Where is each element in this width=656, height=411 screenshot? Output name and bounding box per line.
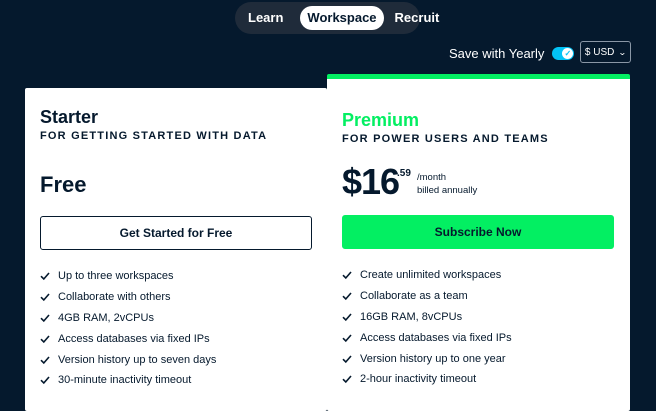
list-item: Version history up to seven days: [40, 349, 216, 370]
plan-subtitle: FOR POWER USERS AND TEAMS: [342, 133, 549, 145]
list-item: 2-hour inactivity timeout: [342, 369, 512, 390]
plan-subtitle: FOR GETTING STARTED WITH DATA: [40, 130, 268, 142]
list-item: Up to three workspaces: [40, 266, 216, 287]
list-item: 30-minute inactivity timeout: [40, 370, 216, 391]
yearly-label: Save with Yearly: [449, 45, 545, 61]
feature-text: 16GB RAM, 8vCPUs: [360, 310, 463, 323]
plan-name: Premium: [342, 110, 420, 130]
list-item: Collaborate with others: [40, 287, 216, 308]
feature-list: Up to three workspaces Collaborate with …: [40, 266, 216, 391]
currency-label: $ USD: [584, 46, 615, 58]
yearly-toggle[interactable]: ✓: [552, 46, 575, 60]
plan-price-cents: .59: [397, 168, 411, 179]
tab-workspace[interactable]: Workspace: [300, 6, 384, 30]
list-item: 4GB RAM, 2vCPUs: [40, 308, 216, 329]
plan-card-premium: Premium FOR POWER USERS AND TEAMS $16 .5…: [327, 74, 630, 411]
yearly-billing-control: Save with Yearly ✓: [449, 44, 575, 62]
check-icon: [40, 292, 50, 302]
feature-text: 30-minute inactivity timeout: [58, 374, 192, 387]
feature-text: Version history up to seven days: [58, 353, 217, 366]
plan-price: Free: [40, 172, 87, 197]
feature-text: 2-hour inactivity timeout: [360, 373, 477, 386]
currency-select[interactable]: $ USD ⌄: [580, 41, 631, 63]
plan-price-period: /month billed annually: [417, 171, 477, 197]
tab-recruit[interactable]: Recruit: [388, 6, 447, 30]
feature-text: Create unlimited workspaces: [360, 269, 502, 282]
check-icon: [40, 355, 50, 365]
feature-text: Up to three workspaces: [58, 270, 174, 283]
check-icon: [342, 354, 352, 364]
feature-text: Collaborate as a team: [360, 290, 468, 303]
feature-list: Create unlimited workspaces Collaborate …: [342, 265, 512, 390]
feature-text: Access databases via fixed IPs: [58, 332, 210, 345]
feature-text: Collaborate with others: [58, 291, 171, 304]
list-item: Collaborate as a team: [342, 286, 512, 307]
check-icon: [40, 313, 50, 323]
check-icon: [40, 334, 50, 344]
list-item: Access databases via fixed IPs: [40, 328, 216, 349]
feature-text: Access databases via fixed IPs: [360, 331, 512, 344]
get-started-button[interactable]: Get Started for Free: [40, 216, 312, 250]
check-icon: [342, 270, 352, 280]
plan-card-starter: Starter FOR GETTING STARTED WITH DATA Fr…: [25, 88, 327, 411]
list-item: Version history up to one year: [342, 348, 512, 369]
list-item: Access databases via fixed IPs: [342, 327, 512, 348]
price-period-text: /month: [417, 172, 447, 183]
check-icon: [40, 271, 50, 281]
list-item: 16GB RAM, 8vCPUs: [342, 307, 512, 328]
check-icon: [40, 375, 50, 385]
check-icon: [342, 374, 352, 384]
check-icon: [342, 333, 352, 343]
price-billing-text: billed annually: [417, 185, 478, 196]
feature-text: Version history up to one year: [360, 352, 506, 365]
check-icon: ✓: [562, 47, 574, 59]
check-icon: [342, 312, 352, 322]
list-item: Create unlimited workspaces: [342, 265, 512, 286]
chevron-down-icon: ⌄: [618, 47, 628, 57]
tab-learn[interactable]: Learn: [241, 6, 290, 30]
plan-name: Starter: [40, 107, 99, 127]
product-switcher: Learn Workspace Recruit: [235, 2, 439, 34]
plan-price: $16: [342, 161, 400, 202]
feature-text: 4GB RAM, 2vCPUs: [58, 311, 154, 324]
subscribe-button[interactable]: Subscribe Now: [342, 215, 614, 249]
check-icon: [342, 291, 352, 301]
